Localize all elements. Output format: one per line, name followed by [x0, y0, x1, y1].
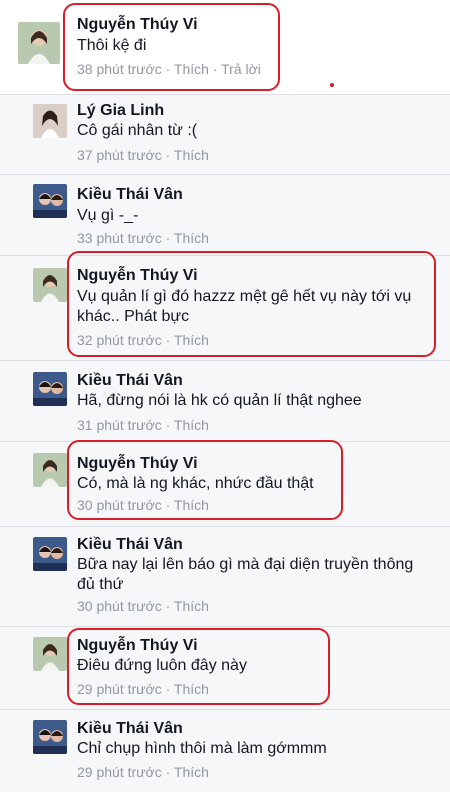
meta-separator: ·: [165, 332, 171, 348]
like-link[interactable]: Thích: [174, 417, 209, 433]
comment-meta: 33 phút trước · Thích: [77, 230, 209, 246]
like-link[interactable]: Thích: [174, 497, 209, 513]
comment-author[interactable]: Kiều Thái Vân: [77, 185, 183, 204]
comment-author[interactable]: Nguyễn Thúy Vi: [77, 15, 198, 34]
meta-separator: ·: [165, 417, 171, 433]
comment-text: Cô gái nhân từ :(: [77, 122, 198, 139]
like-link[interactable]: Thích: [174, 598, 209, 614]
comment-timestamp[interactable]: 37 phút trước: [77, 147, 162, 163]
like-link[interactable]: Thích: [174, 764, 209, 780]
avatar[interactable]: [33, 104, 67, 138]
comment-item: Nguyễn Thúy Vi Vụ quản lí gì đó hazzz mệ…: [0, 256, 450, 361]
comment-meta: 31 phút trước · Thích: [77, 417, 209, 433]
comment-item: Kiều Thái Vân Vụ gì -_- 33 phút trước · …: [0, 175, 450, 256]
comment-timestamp[interactable]: 29 phút trước: [77, 764, 162, 780]
avatar[interactable]: [33, 268, 67, 302]
comment-text: Chỉ chụp hình thôi mà làm gớmmm: [77, 740, 327, 757]
comment-text: Vụ gì -_-: [77, 207, 139, 224]
comment-timestamp[interactable]: 33 phút trước: [77, 230, 162, 246]
comment-thread: Nguyễn Thúy Vi Thôi kệ đi 38 phút trước …: [0, 0, 450, 792]
comment-timestamp[interactable]: 31 phút trước: [77, 417, 162, 433]
comment-timestamp[interactable]: 38 phút trước: [77, 61, 162, 77]
comment-item: Nguyễn Thúy Vi Có, mà là ng khác, nhức đ…: [0, 442, 450, 527]
meta-separator: ·: [165, 598, 171, 614]
comment-text: Vụ quản lí gì đó hazzz mệt gê hết vụ này…: [77, 288, 412, 305]
comment-item: Kiều Thái Vân Hã, đừng nói là hk có quản…: [0, 361, 450, 442]
avatar[interactable]: [33, 537, 67, 571]
meta-separator: ·: [165, 147, 171, 163]
like-link[interactable]: Thích: [174, 681, 209, 697]
comment-item: Kiều Thái Vân Bữa nay lại lên báo gì mà …: [0, 527, 450, 627]
avatar[interactable]: [33, 720, 67, 754]
comment-text: Bữa nay lại lên báo gì mà đại diện truyề…: [77, 556, 414, 573]
comment-text: Hã, đừng nói là hk có quản lí thật nghee: [77, 392, 362, 409]
comment-text: Thôi kệ đi: [77, 37, 147, 54]
comment-item: Lý Gia Linh Cô gái nhân từ :( 37 phút tr…: [0, 95, 450, 175]
comment-text: đủ thứ: [77, 576, 124, 593]
comment-item: Nguyễn Thúy Vi Thôi kệ đi 38 phút trước …: [0, 0, 450, 95]
avatar[interactable]: [33, 453, 67, 487]
meta-separator: ·: [212, 61, 218, 77]
meta-separator: ·: [165, 497, 171, 513]
comment-meta: 30 phút trước · Thích: [77, 598, 209, 614]
annotation-dot: [330, 83, 334, 87]
comment-timestamp[interactable]: 30 phút trước: [77, 598, 162, 614]
comment-text: Có, mà là ng khác, nhức đầu thật: [77, 475, 314, 492]
comment-meta: 32 phút trước · Thích: [77, 332, 209, 348]
meta-separator: ·: [165, 681, 171, 697]
avatar[interactable]: [33, 184, 67, 218]
comment-meta: 30 phút trước · Thích: [77, 497, 209, 513]
reply-link[interactable]: Trả lời: [221, 61, 261, 77]
comment-timestamp[interactable]: 29 phút trước: [77, 681, 162, 697]
comment-author[interactable]: Nguyễn Thúy Vi: [77, 636, 198, 655]
comment-author[interactable]: Nguyễn Thúy Vi: [77, 266, 198, 285]
avatar[interactable]: [18, 22, 60, 64]
like-link[interactable]: Thích: [174, 332, 209, 348]
comment-text: Điêu đứng luôn đây này: [77, 657, 247, 674]
like-link[interactable]: Thích: [174, 61, 209, 77]
comment-timestamp[interactable]: 32 phút trước: [77, 332, 162, 348]
comment-author[interactable]: Lý Gia Linh: [77, 101, 164, 120]
comment-author[interactable]: Kiều Thái Vân: [77, 535, 183, 554]
comment-meta: 29 phút trước · Thích: [77, 764, 209, 780]
like-link[interactable]: Thích: [174, 230, 209, 246]
comment-author[interactable]: Nguyễn Thúy Vi: [77, 454, 198, 473]
meta-separator: ·: [165, 230, 171, 246]
avatar[interactable]: [33, 372, 67, 406]
comment-timestamp[interactable]: 30 phút trước: [77, 497, 162, 513]
avatar[interactable]: [33, 637, 67, 671]
meta-separator: ·: [165, 61, 171, 77]
meta-separator: ·: [165, 764, 171, 780]
comment-meta: 29 phút trước · Thích: [77, 681, 209, 697]
comment-author[interactable]: Kiều Thái Vân: [77, 371, 183, 390]
comment-meta: 37 phút trước · Thích: [77, 147, 209, 163]
comment-item: Nguyễn Thúy Vi Điêu đứng luôn đây này 29…: [0, 627, 450, 710]
comment-text: khác.. Phát bực: [77, 308, 190, 325]
comment-item: Kiều Thái Vân Chỉ chụp hình thôi mà làm …: [0, 710, 450, 792]
comment-meta: 38 phút trước · Thích · Trả lời: [77, 61, 261, 77]
like-link[interactable]: Thích: [174, 147, 209, 163]
comment-author[interactable]: Kiều Thái Vân: [77, 719, 183, 738]
